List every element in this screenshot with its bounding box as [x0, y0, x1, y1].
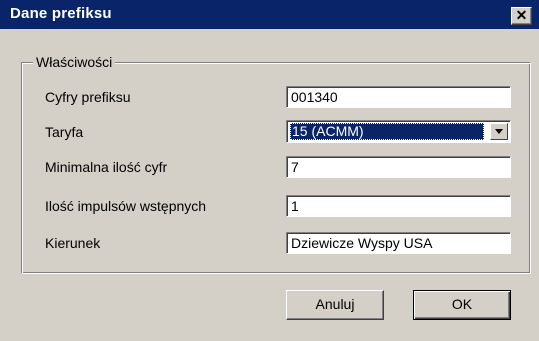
min-digits-field[interactable]: 7: [286, 156, 511, 178]
properties-group-legend: Właściwości: [33, 54, 116, 70]
tariff-label: Taryfa: [45, 124, 84, 140]
close-button[interactable]: ✕: [511, 7, 532, 25]
dropdown-arrow-icon[interactable]: [490, 123, 508, 140]
initial-pulses-label: Ilość impulsów wstępnych: [45, 198, 207, 214]
cancel-button[interactable]: Anuluj: [286, 290, 384, 320]
min-digits-label: Minimalna ilość cyfr: [45, 159, 168, 175]
window-title: Dane prefiksu: [10, 5, 112, 22]
prefix-digits-label: Cyfry prefiksu: [45, 89, 131, 105]
direction-field[interactable]: Dziewicze Wyspy USA: [286, 232, 511, 254]
prefix-digits-field[interactable]: 001340: [286, 86, 511, 108]
ok-button[interactable]: OK: [413, 290, 511, 320]
direction-label: Kierunek: [45, 235, 101, 251]
tariff-selected-value: 15 (ACMM): [290, 123, 484, 140]
tariff-select[interactable]: 15 (ACMM): [286, 120, 511, 143]
close-icon: ✕: [515, 7, 528, 23]
title-bar[interactable]: Dane prefiksu ✕: [0, 0, 539, 29]
initial-pulses-field[interactable]: 1: [286, 195, 511, 217]
dialog-window: Dane prefiksu ✕ Właściwości Cyfry prefik…: [0, 0, 539, 341]
